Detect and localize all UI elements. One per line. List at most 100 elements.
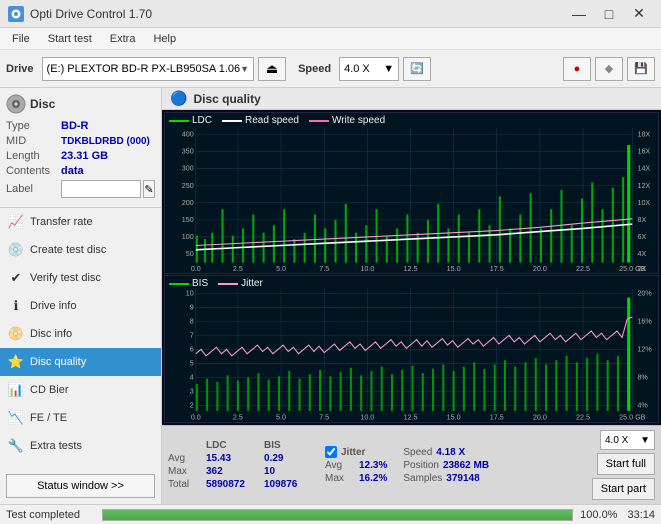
speed-stat-val: 4.18 X [436, 447, 465, 458]
disc-quality-icon: ⭐ [8, 354, 24, 370]
svg-text:0.0: 0.0 [191, 264, 201, 273]
status-window-label: Status window >> [37, 480, 124, 492]
svg-text:7: 7 [190, 331, 194, 340]
svg-text:22.5: 22.5 [576, 264, 590, 273]
status-window-button[interactable]: Status window >> [6, 474, 155, 498]
svg-text:15.0: 15.0 [447, 413, 461, 422]
speed-selector[interactable]: 4.0 X ▼ [339, 57, 399, 81]
svg-text:10X: 10X [637, 198, 650, 207]
disc-length-label: Length [6, 150, 61, 162]
jitter-label: Jitter [341, 447, 365, 458]
sidebar-item-label-drive-info: Drive info [30, 300, 76, 312]
sidebar-item-disc-quality[interactable]: ⭐ Disc quality [0, 348, 161, 376]
close-button[interactable]: ✕ [625, 2, 653, 26]
read-speed-legend-dot [222, 120, 242, 122]
svg-text:25.0 GB: 25.0 GB [619, 264, 645, 273]
svg-text:25.0 GB: 25.0 GB [619, 413, 645, 422]
sidebar-item-disc-info[interactable]: 📀 Disc info [0, 320, 161, 348]
stats-speed-combo[interactable]: 4.0 X ▼ [600, 430, 655, 450]
action-buttons: 4.0 X ▼ Start full Start part [592, 430, 655, 500]
disc-mid-label: MID [6, 135, 61, 147]
speed-stat-label: Speed [403, 447, 432, 458]
start-full-button[interactable]: Start full [597, 453, 655, 475]
charts-area: LDC Read speed Write speed [162, 110, 661, 425]
write-speed-legend-item: Write speed [309, 115, 385, 126]
stats-bar: LDC BIS Avg 15.43 0.29 Max 362 10 Total … [162, 425, 661, 504]
bis-chart: BIS Jitter [164, 275, 659, 423]
svg-text:12.5: 12.5 [403, 413, 417, 422]
chart1-legend: LDC Read speed Write speed [169, 115, 385, 126]
read-speed-legend-item: Read speed [222, 115, 299, 126]
sidebar-item-transfer-rate[interactable]: 📈 Transfer rate [0, 208, 161, 236]
menu-file[interactable]: File [4, 31, 38, 47]
progress-text: Test completed [6, 509, 96, 521]
write-speed-legend-dot [309, 120, 329, 122]
sidebar-item-extra-tests[interactable]: 🔧 Extra tests [0, 432, 161, 460]
sidebar-item-verify-test-disc[interactable]: ✔ Verify test disc [0, 264, 161, 292]
svg-text:350: 350 [182, 146, 194, 155]
sidebar-item-label-extra-tests: Extra tests [30, 440, 82, 452]
jitter-avg-row: Avg 12.3% [325, 460, 387, 471]
drive-selector[interactable]: (E:) PLEXTOR BD-R PX-LB950SA 1.06 ▼ [42, 57, 255, 81]
menu-extra[interactable]: Extra [102, 31, 144, 47]
disc-type-row: Type BD-R [6, 120, 155, 132]
disc-length-value: 23.31 GB [61, 150, 108, 162]
sidebar-item-fe-te[interactable]: 📉 FE / TE [0, 404, 161, 432]
toolbar: Drive (E:) PLEXTOR BD-R PX-LB950SA 1.06 … [0, 50, 661, 88]
menu-start-test[interactable]: Start test [40, 31, 100, 47]
svg-text:300: 300 [182, 164, 194, 173]
samples-row: Samples 379148 [403, 473, 489, 484]
icon-btn-2[interactable]: ◆ [595, 57, 623, 81]
ldc-chart: LDC Read speed Write speed [164, 112, 659, 274]
disc-length-row: Length 23.31 GB [6, 150, 155, 162]
start-part-button[interactable]: Start part [592, 478, 655, 500]
svg-text:2.5: 2.5 [233, 413, 243, 422]
jitter-avg-label: Avg [325, 460, 355, 471]
sidebar: Disc Type BD-R MID TDKBLDRBD (000) Lengt… [0, 88, 162, 504]
svg-text:150: 150 [182, 215, 194, 224]
extra-tests-icon: 🔧 [8, 438, 24, 454]
jitter-checkbox[interactable] [325, 446, 337, 458]
disc-contents-label: Contents [6, 165, 61, 177]
sidebar-item-label-fe-te: FE / TE [30, 412, 67, 424]
eject-button[interactable]: ⏏ [258, 57, 286, 81]
icon-btn-1[interactable]: ● [563, 57, 591, 81]
verify-test-disc-icon: ✔ [8, 270, 24, 286]
disc-mid-row: MID TDKBLDRBD (000) [6, 135, 155, 147]
minimize-button[interactable]: — [565, 2, 593, 26]
write-speed-legend-label: Write speed [332, 115, 385, 126]
drive-label: Drive [6, 63, 34, 75]
save-button[interactable]: 💾 [627, 57, 655, 81]
disc-label-input[interactable] [61, 180, 141, 198]
svg-text:16%: 16% [637, 317, 652, 326]
speed-combo-row: 4.0 X ▼ [600, 430, 655, 450]
refresh-button[interactable]: 🔄 [403, 57, 431, 81]
disc-type-label: Type [6, 120, 61, 132]
disc-title: Disc [30, 97, 55, 111]
speed-label: Speed [298, 63, 331, 75]
title-bar-left: Opti Drive Control 1.70 [8, 6, 152, 22]
position-label: Position [403, 460, 439, 471]
svg-text:8%: 8% [637, 373, 648, 382]
avg-row: Avg 15.43 0.29 [168, 453, 309, 464]
transfer-rate-icon: 📈 [8, 214, 24, 230]
title-bar: Opti Drive Control 1.70 — □ ✕ [0, 0, 661, 28]
speed-stats: Speed 4.18 X Position 23862 MB Samples 3… [403, 447, 489, 484]
svg-text:18X: 18X [637, 129, 650, 138]
disc-panel: Disc Type BD-R MID TDKBLDRBD (000) Lengt… [0, 88, 161, 208]
main-layout: Disc Type BD-R MID TDKBLDRBD (000) Lengt… [0, 88, 661, 504]
label-edit-button[interactable]: ✎ [143, 180, 155, 198]
chart2-legend: BIS Jitter [169, 278, 263, 289]
sidebar-item-cd-bier[interactable]: 📊 CD Bier [0, 376, 161, 404]
sidebar-item-create-test-disc[interactable]: 💿 Create test disc [0, 236, 161, 264]
svg-text:20.0: 20.0 [533, 264, 547, 273]
maximize-button[interactable]: □ [595, 2, 623, 26]
stats-empty [168, 440, 198, 451]
samples-label: Samples [403, 473, 442, 484]
sidebar-item-drive-info[interactable]: ℹ Drive info [0, 292, 161, 320]
menu-help[interactable]: Help [145, 31, 184, 47]
svg-text:9: 9 [190, 303, 194, 312]
app-title: Opti Drive Control 1.70 [30, 7, 152, 21]
svg-text:5.0: 5.0 [276, 264, 286, 273]
disc-info-icon: 📀 [8, 326, 24, 342]
